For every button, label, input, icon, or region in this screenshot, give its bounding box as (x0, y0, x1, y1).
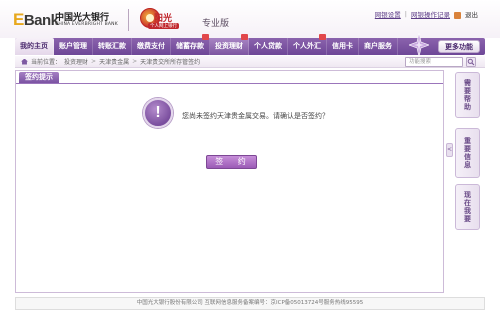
search-input[interactable]: 功能搜索 (405, 57, 463, 67)
breadcrumb-item: 天津贵交所所存管签约 (140, 59, 201, 66)
breadcrumb-arrow-icon: > (91, 58, 97, 65)
now-i-want-button[interactable]: 现在我要 (455, 184, 480, 230)
important-info-button[interactable]: 重要信息 (455, 128, 480, 178)
sign-button[interactable]: 签 约 (206, 155, 257, 169)
panel-tab-sign-prompt: 签约提示 (19, 72, 59, 83)
panel-tab-divider (16, 83, 443, 84)
exit-icon[interactable] (454, 11, 461, 19)
nav-item-deposits-label: 储蓄存款 (176, 42, 204, 50)
bank-name-en: CHINA EVERBRIGHT BANK (55, 22, 118, 27)
nav-item-forex-label: 个人外汇 (293, 42, 321, 50)
breadcrumb: 当前位置： 投资理财 > 天津贵金属 > 天津贵交所所存管签约 (21, 57, 200, 66)
nav-item-transfer[interactable]: 转账汇款 (93, 38, 132, 55)
settings-link[interactable]: 网银设置 (375, 9, 401, 19)
nav-item-payment[interactable]: 缴费支付 (132, 38, 171, 55)
exit-link[interactable]: 退出 (465, 9, 478, 19)
edition-label: 专业版 (202, 19, 230, 29)
link-separator: | (404, 10, 407, 18)
nav-item-investment[interactable]: 投资理财 (210, 34, 249, 55)
help-sidebar: 需要帮助 重要信息 现在我要 (455, 70, 482, 293)
footer: 中国光大银行股份有限公司 互联网信息服务备案编号：京ICP备05013724号服… (15, 297, 485, 310)
nav-items: 我的主页 账户管理 转账汇款 缴费支付 储蓄存款 投资理财 个人贷款 个人外汇 … (15, 34, 398, 55)
collapse-arrow-icon[interactable]: < (446, 143, 453, 157)
brand-divider (128, 9, 129, 31)
need-help-button[interactable]: 需要帮助 (455, 72, 480, 118)
breadcrumb-prefix: 当前位置： (31, 59, 62, 66)
sunshine-tag: 个人网上银行 (148, 23, 179, 29)
star-decoration-icon (409, 33, 429, 57)
alert-symbol: ! (155, 104, 161, 121)
nav-item-deposits[interactable]: 储蓄存款 (171, 34, 210, 55)
new-badge-icon (241, 34, 248, 40)
nav-item-forex[interactable]: 个人外汇 (288, 34, 327, 55)
nav-item-loans[interactable]: 个人贷款 (249, 38, 288, 55)
new-badge-icon (319, 34, 326, 40)
ebank-logo: EBank (13, 10, 59, 30)
alert-message: 您尚未签约天津贵金属交易。请确认是否签约？ (182, 112, 329, 120)
sunshine-logo: 阳光 个人网上银行 (140, 8, 184, 34)
alert-icon: ! (143, 98, 173, 128)
breadcrumb-bar: 当前位置： 投资理财 > 天津贵金属 > 天津贵交所所存管签约 功能搜索 (15, 56, 485, 68)
nav-item-merchant[interactable]: 商户服务 (359, 38, 398, 55)
operation-log-link[interactable]: 网银操作记录 (411, 9, 450, 19)
breadcrumb-arrow-icon: > (132, 58, 138, 65)
breadcrumb-item[interactable]: 天津贵金属 (99, 57, 129, 66)
breadcrumb-item[interactable]: 投资理财 (64, 57, 88, 66)
nav-item-home[interactable]: 我的主页 (15, 38, 54, 55)
home-icon (21, 58, 28, 65)
nav-item-investment-label: 投资理财 (215, 42, 243, 50)
nav-item-credit-card[interactable]: 信用卡 (327, 38, 359, 55)
top-links: 网银设置 | 网银操作记录 退出 (375, 9, 478, 19)
nav-item-accounts[interactable]: 账户管理 (54, 38, 93, 55)
new-badge-icon (202, 34, 209, 40)
ebank-logo-e: E (13, 10, 24, 29)
main-nav: 我的主页 账户管理 转账汇款 缴费支付 储蓄存款 投资理财 个人贷款 个人外汇 … (15, 33, 485, 57)
ebank-logo-text: Bank (23, 12, 59, 29)
search-icon[interactable] (466, 57, 476, 67)
more-functions-button[interactable]: 更多功能 (438, 40, 480, 53)
sign-prompt-panel: 签约提示 ! 您尚未签约天津贵金属交易。请确认是否签约？ 签 约 (15, 70, 444, 293)
